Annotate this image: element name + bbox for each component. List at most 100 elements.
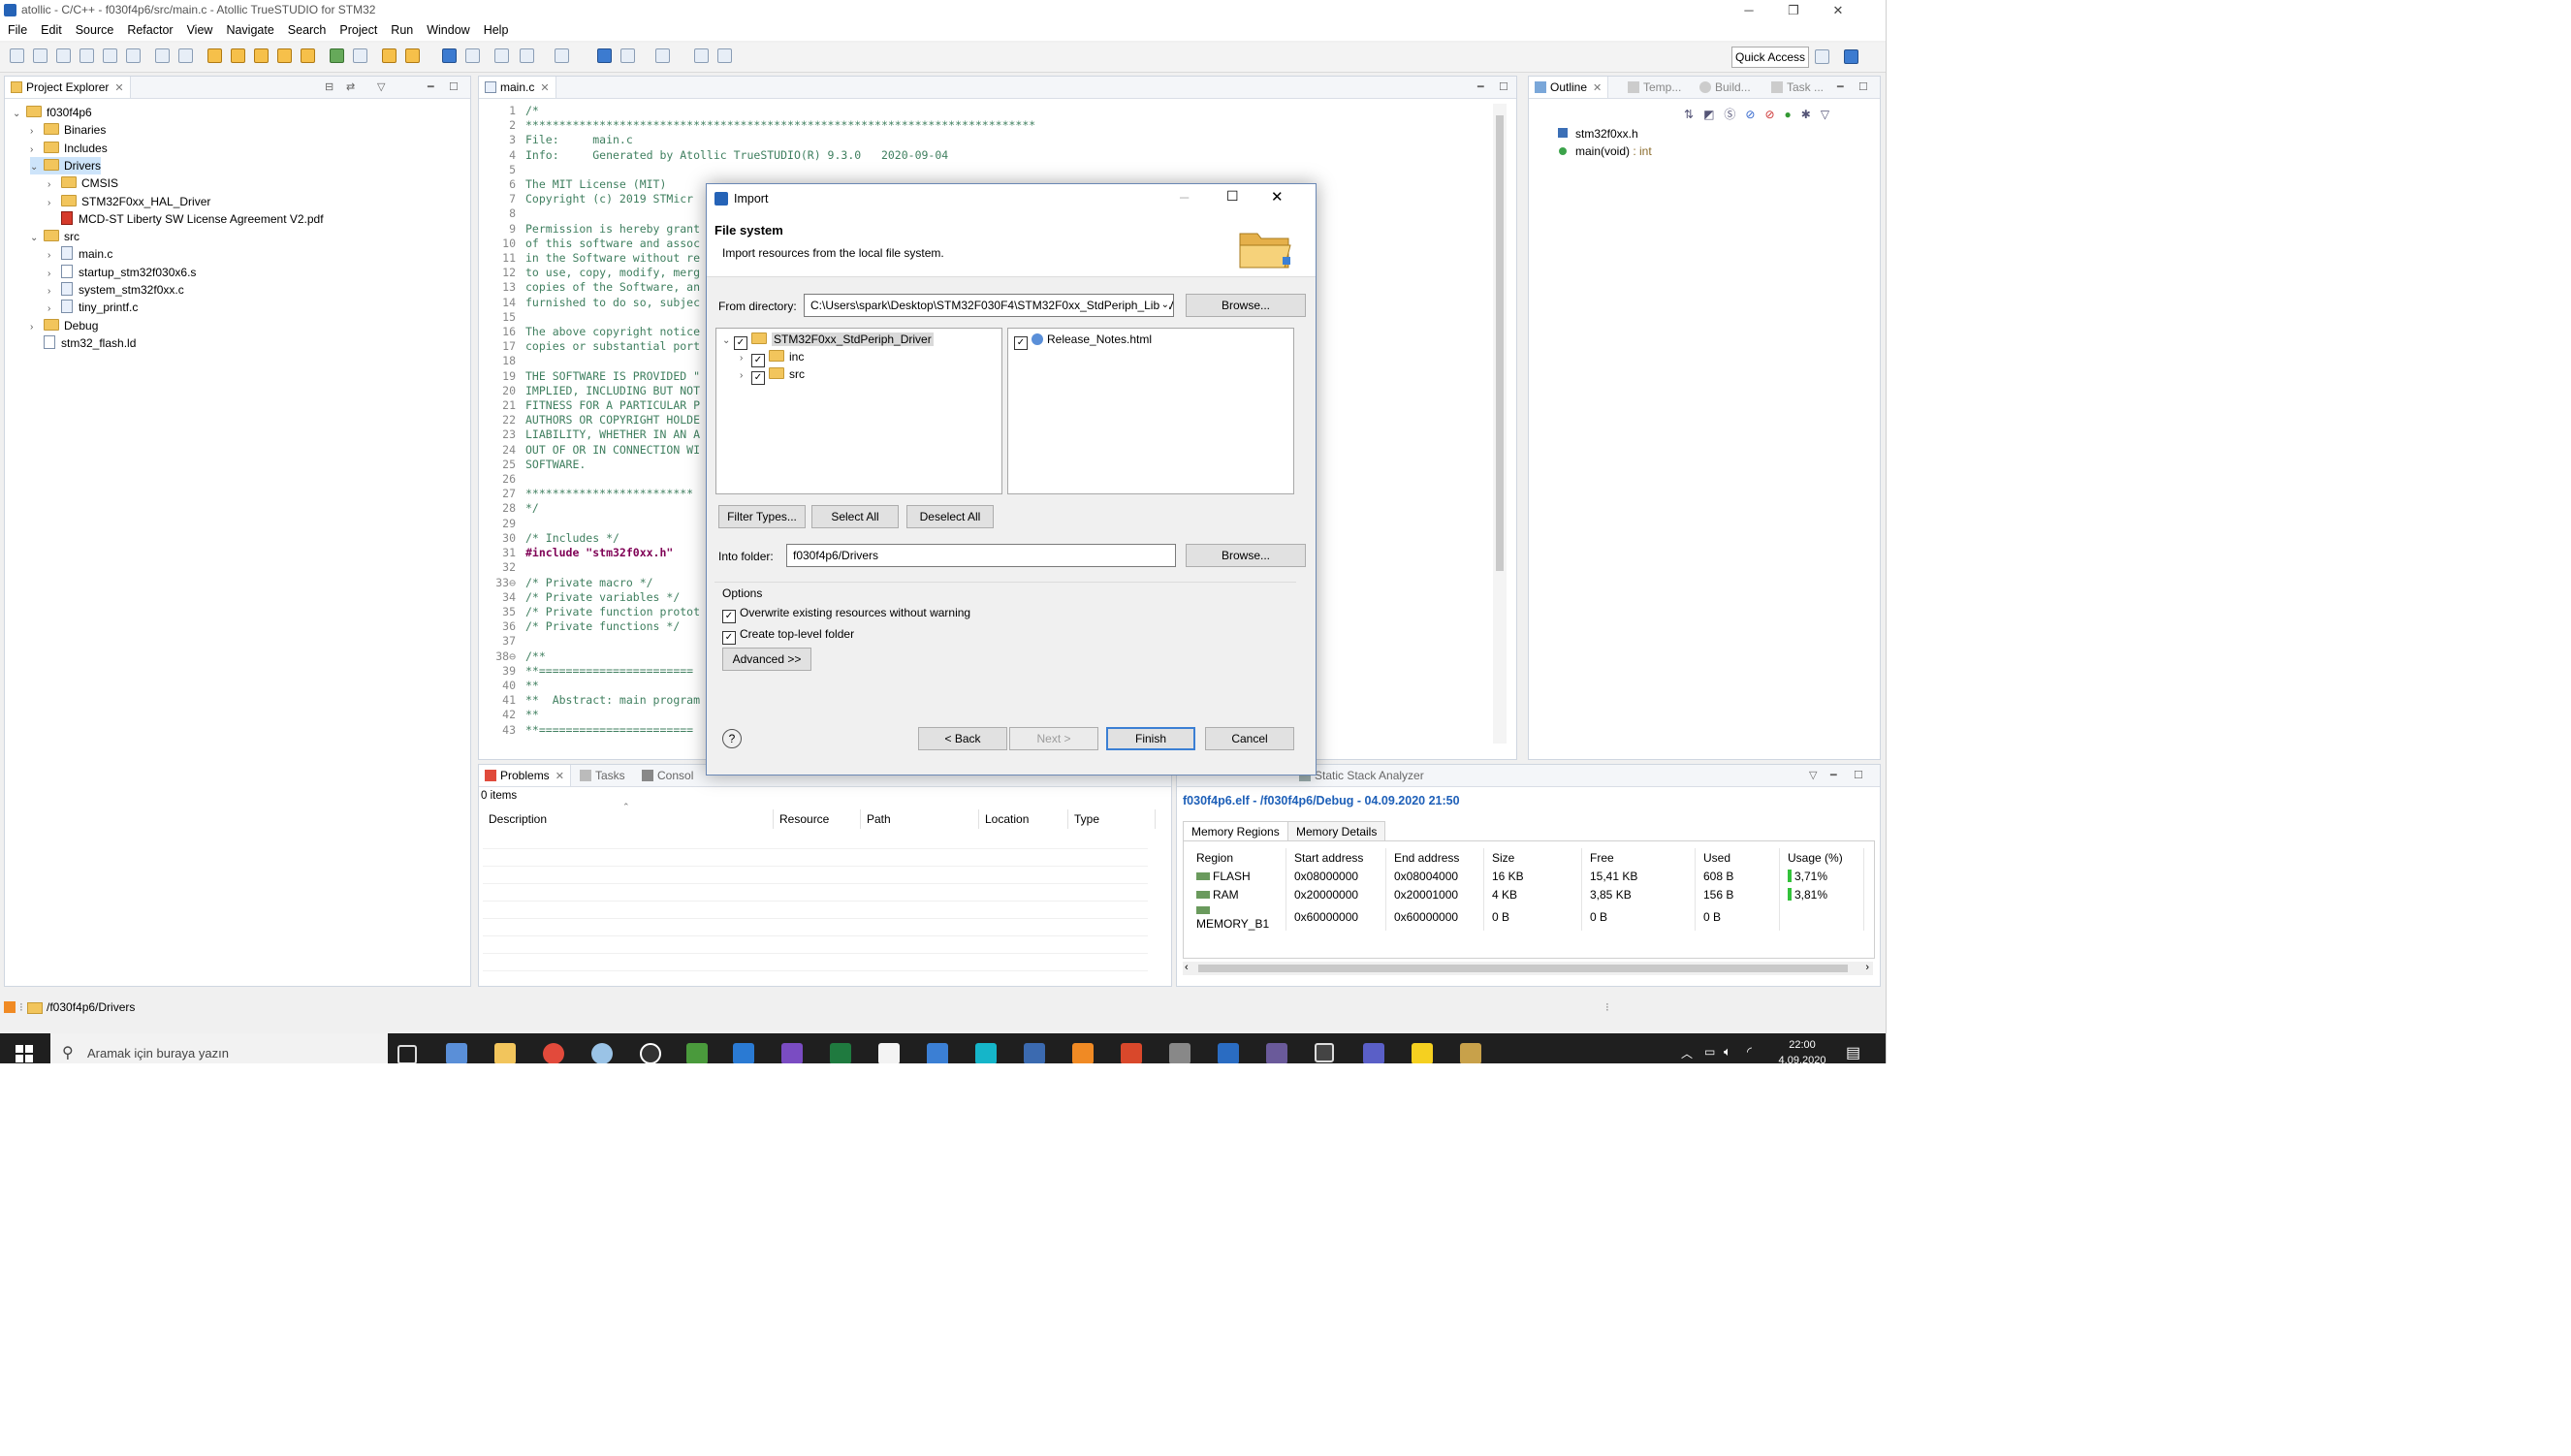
dialog-maximize-icon[interactable]: ☐ <box>1226 188 1239 205</box>
search-tools-icon[interactable] <box>405 48 420 63</box>
tree-item[interactable]: › STM32F0xx_HAL_Driver <box>48 193 210 210</box>
archive-app-icon[interactable] <box>1460 1043 1481 1063</box>
maximize-icon[interactable]: ☐ <box>449 80 459 93</box>
col-description[interactable]: Description <box>483 809 774 829</box>
terminal-icon[interactable] <box>442 48 457 63</box>
restore-window-icon[interactable]: ❐ <box>1771 0 1816 21</box>
checkbox-checked-icon[interactable]: ✓ <box>1014 336 1028 350</box>
menu-view[interactable]: View <box>179 21 219 37</box>
file-item-release-notes[interactable]: ✓ Release_Notes.html <box>1014 332 1152 350</box>
col-region[interactable]: Region <box>1189 848 1286 867</box>
view-menu-icon[interactable]: ▽ <box>1821 108 1829 121</box>
minimize-icon[interactable]: ━ <box>428 80 434 93</box>
browse-from-button[interactable]: Browse... <box>1186 294 1306 317</box>
cancel-button[interactable]: Cancel <box>1205 727 1294 750</box>
into-folder-input[interactable]: f030f4p6/Drivers <box>786 544 1176 567</box>
tree-item[interactable]: › CMSIS <box>48 174 118 192</box>
network-icon[interactable]: ◜ <box>1747 1044 1752 1060</box>
menu-run[interactable]: Run <box>383 21 419 37</box>
expand-arrow-icon[interactable]: › <box>30 123 44 141</box>
tree-item[interactable]: ⌄ f030f4p6 <box>13 104 92 121</box>
expand-arrow-icon[interactable]: › <box>48 301 61 318</box>
table-row[interactable]: MEMORY_B1 0x60000000 0x60000000 0 B 0 B … <box>1189 903 1864 931</box>
tree-item-src[interactable]: › ✓ src <box>740 367 805 385</box>
view-layout-icon[interactable] <box>655 48 670 63</box>
app-icon-f[interactable] <box>1072 1043 1094 1063</box>
truestudio-taskbar-icon[interactable] <box>927 1043 948 1063</box>
fullscreen-icon[interactable] <box>694 48 709 63</box>
notepad-icon[interactable] <box>878 1043 900 1063</box>
close-window-icon[interactable]: ✕ <box>1816 0 1860 21</box>
chevron-down-icon[interactable]: ⌄ <box>1159 295 1169 316</box>
help-icon[interactable]: ? <box>722 729 742 748</box>
tree-item-stdperiph[interactable]: ⌄ ✓ STM32F0xx_StdPeriph_Driver <box>722 332 934 350</box>
collapse-arrow-icon[interactable]: ⌄ <box>30 159 44 176</box>
file-manager-app-icon[interactable] <box>446 1043 467 1063</box>
vscode-icon[interactable] <box>733 1043 754 1063</box>
task-view-icon[interactable] <box>397 1045 417 1063</box>
col-resource[interactable]: Resource <box>774 809 861 829</box>
memory-details-tab[interactable]: Memory Details <box>1287 821 1386 841</box>
clock[interactable]: 22:00 4.09.2020 <box>1772 1037 1832 1063</box>
scroll-left-icon[interactable]: ‹ <box>1185 962 1189 973</box>
app-icon-s[interactable] <box>1024 1043 1045 1063</box>
tree-item[interactable]: MCD-ST Liberty SW License Agreement V2.p… <box>48 210 324 228</box>
menu-help[interactable]: Help <box>476 21 515 37</box>
col-free[interactable]: Free <box>1581 848 1696 867</box>
back-button[interactable]: < Back <box>918 727 1007 750</box>
save-icon[interactable] <box>126 48 141 63</box>
close-tab-icon[interactable]: ✕ <box>540 82 549 94</box>
col-end-address[interactable]: End address <box>1385 848 1484 867</box>
tree-item[interactable]: › tiny_printf.c <box>48 299 138 316</box>
view-menu-icon[interactable]: ▽ <box>1809 769 1817 781</box>
menu-source[interactable]: Source <box>68 21 120 37</box>
table-row[interactable]: RAM 0x20000000 0x20001000 4 KB 3,85 KB 1… <box>1189 885 1864 903</box>
top-level-folder-option[interactable]: ✓ Create top-level folder <box>722 627 854 645</box>
task-list-tab[interactable]: Task ... <box>1765 77 1829 98</box>
expand-arrow-icon[interactable]: › <box>48 247 61 265</box>
checkbox-checked-icon[interactable]: ✓ <box>722 610 736 623</box>
col-size[interactable]: Size <box>1483 848 1582 867</box>
tree-item-inc[interactable]: › ✓ inc <box>740 350 804 367</box>
overwrite-option[interactable]: ✓ Overwrite existing resources without wa… <box>722 606 970 623</box>
tree-item[interactable]: ⌄ Drivers <box>30 156 101 176</box>
col-used[interactable]: Used <box>1695 848 1780 867</box>
forward-icon[interactable] <box>555 48 569 63</box>
hide-static-icon[interactable]: Ⓢ <box>1724 108 1735 121</box>
scrollbar-thumb[interactable] <box>1198 965 1848 972</box>
minimize-icon[interactable]: ━ <box>1477 80 1484 93</box>
vb-app-icon[interactable] <box>1218 1043 1239 1063</box>
horizontal-scrollbar[interactable]: ‹ › <box>1183 962 1873 975</box>
expand-arrow-icon[interactable]: › <box>30 142 44 159</box>
rebuild-icon[interactable] <box>254 48 269 63</box>
expand-arrow-icon[interactable]: › <box>48 195 61 212</box>
next-button[interactable]: Next > <box>1009 727 1098 750</box>
hide-fields-icon[interactable]: ◩ <box>1703 108 1714 121</box>
tree-item[interactable]: › main.c <box>48 245 112 263</box>
collapse-arrow-icon[interactable]: ⌄ <box>13 106 26 123</box>
build-icon[interactable] <box>207 48 222 63</box>
dialog-close-icon[interactable]: ✕ <box>1271 188 1284 206</box>
hide-inactive-icon[interactable]: ⊘ <box>1764 108 1774 121</box>
outline-item-main[interactable]: main(void) : int <box>1558 144 1652 158</box>
save-all-icon[interactable] <box>155 48 170 63</box>
new-header-icon[interactable] <box>79 48 94 63</box>
matlab-icon[interactable] <box>1121 1043 1142 1063</box>
checkbox-checked-icon[interactable]: ✓ <box>734 336 747 350</box>
battery-icon[interactable]: ▭ <box>1704 1045 1715 1059</box>
table-row[interactable]: FLASH 0x08000000 0x08004000 16 KB 15,41 … <box>1189 867 1864 885</box>
prev-edit-icon[interactable] <box>520 48 534 63</box>
checkbox-checked-icon[interactable]: ✓ <box>751 354 765 367</box>
media-player-icon[interactable] <box>1412 1043 1433 1063</box>
stm32cube-icon[interactable] <box>975 1043 997 1063</box>
col-usage[interactable]: Usage (%) <box>1779 848 1864 867</box>
expand-arrow-icon[interactable]: › <box>740 370 751 381</box>
tools-app-icon[interactable] <box>1169 1043 1190 1063</box>
menu-window[interactable]: Window <box>419 21 475 37</box>
open-perspective-icon[interactable] <box>1815 49 1829 64</box>
build-all-icon[interactable] <box>231 48 245 63</box>
select-all-button[interactable]: Select All <box>811 505 899 528</box>
volume-icon[interactable]: 🔈︎ <box>1724 1044 1731 1060</box>
expand-arrow-icon[interactable]: › <box>740 353 751 364</box>
problems-tab[interactable]: Problems ✕ <box>479 765 571 786</box>
